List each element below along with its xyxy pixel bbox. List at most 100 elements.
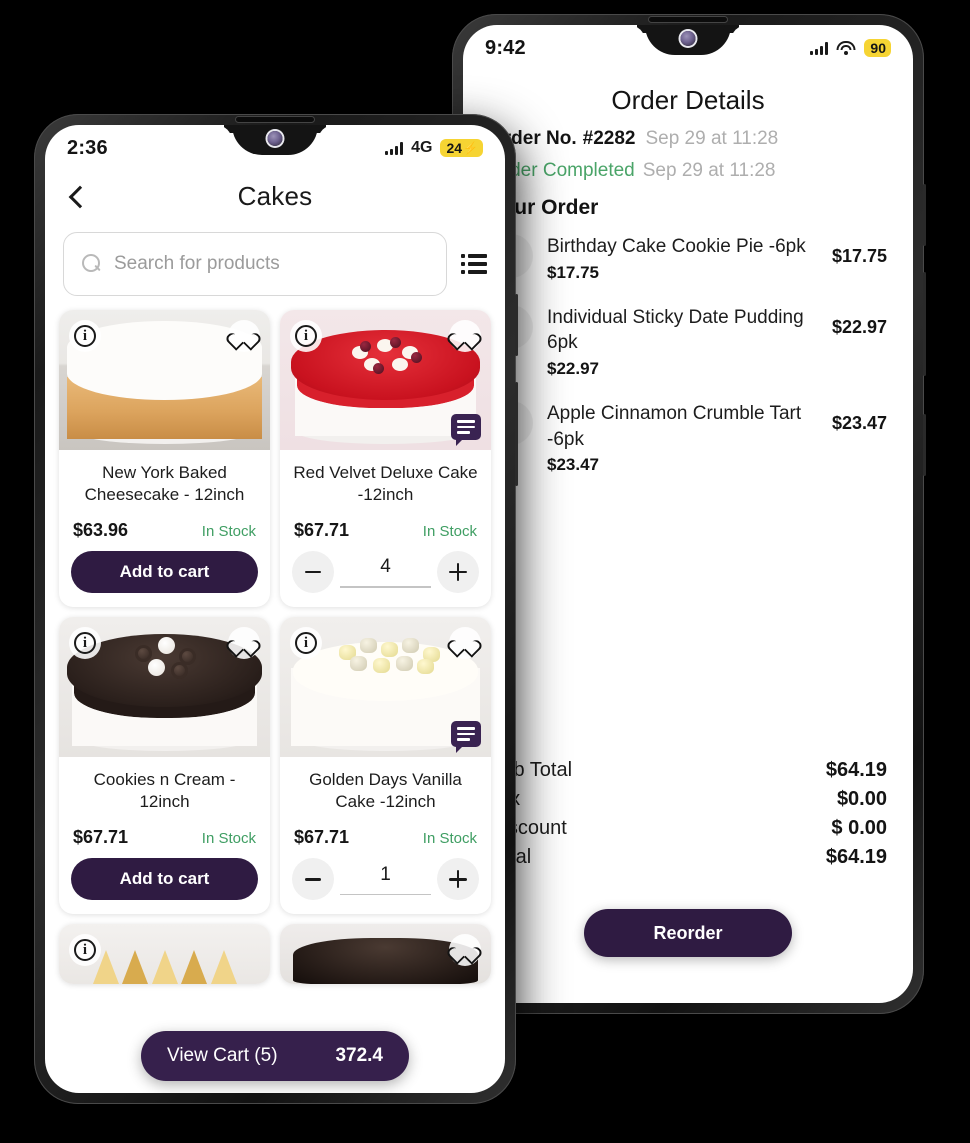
status-time: 2:36 bbox=[67, 136, 108, 159]
battery-level: 90 bbox=[870, 40, 886, 56]
order-item-amount: $22.97 bbox=[831, 316, 887, 337]
quantity-value-wrap: 1 bbox=[334, 864, 437, 896]
stock-status: In Stock bbox=[422, 830, 477, 848]
phone-cakes-catalog: 2:36 4G 24 ⚡ Cakes Search for products i… bbox=[34, 114, 518, 1104]
view-cart-label-wrap: View Cart (5) bbox=[167, 1045, 278, 1067]
order-item-name: Birthday Cake Cookie Pie -6pk bbox=[547, 236, 806, 257]
note-icon[interactable] bbox=[451, 721, 481, 754]
product-price: $63.96 bbox=[73, 520, 129, 541]
product-card-body: Golden Days Vanilla Cake -12inch $67.71 … bbox=[280, 757, 491, 914]
info-icon[interactable]: i bbox=[69, 627, 101, 660]
view-cart-button[interactable]: View Cart (5) 372.4 bbox=[141, 1031, 409, 1081]
order-item-row[interactable]: Individual Sticky Date Pudding 6pk $22.9… bbox=[489, 304, 887, 379]
order-item-row[interactable]: Birthday Cake Cookie Pie -6pk $17.75 $17… bbox=[489, 234, 887, 283]
add-to-cart-button[interactable]: Add to cart bbox=[71, 551, 258, 594]
battery-indicator: 24 ⚡ bbox=[440, 139, 483, 157]
product-image: i bbox=[280, 310, 491, 450]
increment-button[interactable] bbox=[437, 551, 479, 594]
quantity-stepper: 4 bbox=[292, 551, 479, 594]
search-row: Search for products bbox=[45, 218, 505, 308]
earpiece-speaker bbox=[236, 117, 314, 122]
status-indicators: 4G 24 ⚡ bbox=[385, 139, 483, 157]
stock-status: In Stock bbox=[201, 523, 256, 541]
volume-button[interactable] bbox=[515, 382, 518, 486]
search-placeholder: Search for products bbox=[114, 253, 280, 274]
status-time: 9:42 bbox=[485, 36, 526, 59]
product-card[interactable]: i bbox=[59, 924, 270, 985]
order-item-info: Birthday Cake Cookie Pie -6pk $17.75 bbox=[547, 234, 818, 283]
quantity-value: 4 bbox=[380, 556, 391, 578]
subtotal-value: $64.19 bbox=[825, 759, 887, 781]
product-name: Red Velvet Deluxe Cake -12inch bbox=[293, 463, 478, 505]
product-price: $67.71 bbox=[73, 827, 129, 848]
view-cart-label: View Cart bbox=[167, 1045, 250, 1066]
quantity-underline bbox=[340, 893, 431, 896]
note-icon[interactable] bbox=[451, 414, 481, 446]
heart-icon[interactable] bbox=[228, 627, 260, 660]
wifi-icon bbox=[836, 41, 856, 55]
quantity-stepper: 1 bbox=[292, 858, 479, 901]
order-item-row[interactable]: Apple Cinnamon Crumble Tart -6pk $23.47 … bbox=[489, 400, 887, 475]
price-stock-row: $67.71 In Stock bbox=[294, 827, 477, 848]
heart-icon[interactable] bbox=[228, 320, 260, 352]
view-cart-count: (5) bbox=[254, 1045, 278, 1066]
product-image: i bbox=[59, 617, 270, 758]
quantity-underline bbox=[340, 586, 431, 588]
totals-row-discount: Discount $ 0.00 bbox=[489, 817, 887, 840]
back-chevron-icon[interactable] bbox=[63, 183, 91, 211]
app-bar: Cakes bbox=[45, 171, 505, 218]
battery-level: 24 bbox=[446, 140, 463, 156]
order-number-row: Order No. #2282 Sep 29 at 11:28 bbox=[489, 128, 887, 150]
product-card-body: New York Baked Cheesecake - 12inch $63.9… bbox=[59, 450, 270, 607]
reorder-button[interactable]: Reorder bbox=[584, 909, 792, 957]
increment-button[interactable] bbox=[437, 858, 479, 901]
order-item-unit-price: $17.75 bbox=[547, 262, 599, 282]
discount-value: $ 0.00 bbox=[831, 817, 887, 839]
cakes-catalog-screen: 2:36 4G 24 ⚡ Cakes Search for products i… bbox=[45, 125, 505, 1093]
page-title: Order Details bbox=[611, 85, 765, 115]
decrement-button[interactable] bbox=[292, 551, 334, 594]
signal-bars-icon bbox=[810, 41, 829, 55]
product-card[interactable]: i Red Velvet Deluxe Cake -12inch $67.71 … bbox=[280, 310, 491, 608]
product-price: $67.71 bbox=[294, 520, 350, 541]
order-status-row: Order Completed Sep 29 at 11:28 bbox=[489, 160, 887, 182]
info-icon[interactable]: i bbox=[290, 320, 322, 352]
extra-button[interactable] bbox=[923, 414, 926, 476]
search-input[interactable]: Search for products bbox=[63, 232, 447, 296]
order-item-amount: $23.47 bbox=[831, 412, 887, 433]
stock-status: In Stock bbox=[201, 830, 256, 848]
product-image: i bbox=[59, 310, 270, 450]
product-card[interactable]: i Golden Days Vanilla Cake -12inch $67.7… bbox=[280, 617, 491, 915]
product-card[interactable]: i Cookies n Cream - 12inch $67.71 In Sto… bbox=[59, 617, 270, 915]
product-card[interactable] bbox=[280, 924, 491, 985]
order-details-screen: 9:42 90 Order Details Order No. #2282 Sep … bbox=[463, 25, 913, 1003]
product-card[interactable]: i New York Baked Cheesecake - 12inch $63… bbox=[59, 310, 270, 608]
order-meta: Order No. #2282 Sep 29 at 11:28 Order Comp… bbox=[463, 128, 913, 182]
network-type-label: 4G bbox=[411, 139, 433, 156]
totals-row-total: Total $64.19 bbox=[489, 846, 887, 869]
view-cart-total: 372.4 bbox=[335, 1045, 383, 1066]
power-button[interactable] bbox=[923, 184, 926, 246]
heart-icon[interactable] bbox=[449, 627, 481, 660]
order-item-name: Apple Cinnamon Crumble Tart -6pk bbox=[547, 402, 802, 450]
product-name: Golden Days Vanilla Cake -12inch bbox=[309, 770, 462, 812]
heart-icon[interactable] bbox=[449, 320, 481, 352]
product-image bbox=[280, 924, 491, 985]
order-item-name: Individual Sticky Date Pudding 6pk bbox=[547, 306, 804, 354]
earpiece-speaker bbox=[649, 17, 727, 22]
decrement-button[interactable] bbox=[292, 858, 334, 901]
quantity-value-wrap: 4 bbox=[334, 556, 437, 588]
info-icon[interactable]: i bbox=[290, 627, 322, 660]
price-stock-row: $63.96 In Stock bbox=[73, 520, 256, 541]
tax-value: $0.00 bbox=[836, 788, 887, 810]
total-value: $64.19 bbox=[825, 846, 887, 868]
info-icon[interactable]: i bbox=[69, 320, 101, 352]
power-button[interactable] bbox=[515, 294, 518, 356]
volume-button[interactable] bbox=[923, 272, 926, 376]
order-item-info: Apple Cinnamon Crumble Tart -6pk $23.47 bbox=[547, 401, 818, 475]
list-view-icon[interactable] bbox=[461, 254, 487, 274]
order-item-amount: $17.75 bbox=[831, 246, 887, 266]
order-item-unit-price: $23.47 bbox=[547, 455, 599, 475]
screenshot-canvas: 9:42 90 Order Details Order No. #2282 Sep … bbox=[0, 0, 970, 1143]
add-to-cart-button[interactable]: Add to cart bbox=[71, 858, 258, 901]
